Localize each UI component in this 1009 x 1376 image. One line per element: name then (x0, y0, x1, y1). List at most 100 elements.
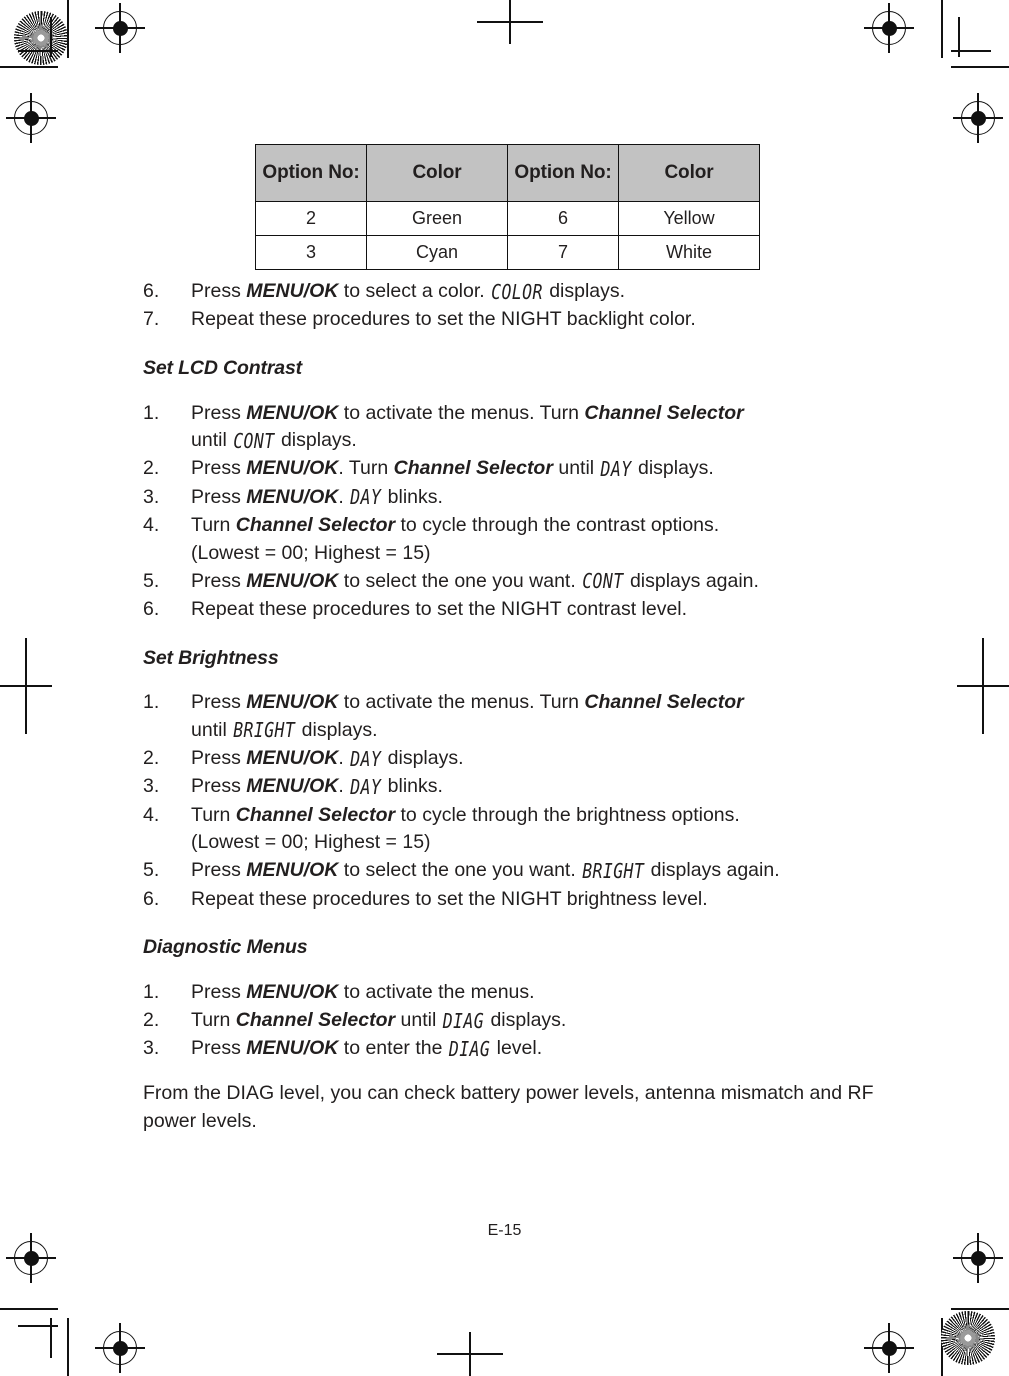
step-text: Turn Channel Selector to cycle through t… (191, 513, 720, 564)
step-text: Repeat these procedures to set the NIGHT… (191, 887, 708, 910)
step-number: 3. (143, 485, 160, 508)
lcd-display-token: BRIGHT (582, 859, 645, 883)
step-number: 6. (143, 597, 160, 620)
procedure-step: 5. Press MENU/OK to select the one you wa… (143, 568, 883, 596)
cell-option-no: 3 (255, 235, 367, 270)
cell-color: White (618, 235, 760, 270)
step-number: 1. (143, 401, 160, 424)
header-color-2: Color (618, 144, 760, 202)
control-name: MENU/OK (246, 457, 339, 480)
procedure-step: 3. Press MENU/OK to enter the DIAG level. (143, 1035, 883, 1063)
control-name: MENU/OK (246, 569, 339, 592)
step-number: 7. (143, 308, 160, 331)
cell-option-no: 2 (255, 201, 367, 236)
lcd-display-token: DAY (350, 747, 382, 771)
cell-option-no: 6 (507, 201, 619, 236)
procedure-step-list: 1. Press MENU/OK to activate the menus. 2.… (143, 979, 883, 1063)
table-row: 2 Green 6 Yellow (255, 201, 760, 236)
step-text: Repeat these procedures to set the NIGHT… (191, 308, 696, 331)
step-text: Press MENU/OK to enter the DIAG level. (191, 1037, 542, 1061)
step-text: Turn Channel Selector until DIAG display… (191, 1009, 566, 1033)
step-text: Turn Channel Selector to cycle through t… (191, 803, 740, 854)
table-body: 2 Green 6 Yellow 3 Cyan 7 White (255, 201, 760, 270)
lcd-display-token: CONT (582, 570, 624, 594)
step-number: 3. (143, 775, 160, 798)
section-heading: Set Brightness (143, 646, 279, 669)
lcd-display-token: COLOR (491, 280, 543, 304)
step-text: Press MENU/OK to select the one you want… (191, 859, 780, 883)
procedure-step: 6. Repeat these procedures to set the NIG… (143, 596, 883, 624)
procedure-step: 1. Press MENU/OK to activate the menus. (143, 979, 883, 1007)
step-number: 4. (143, 513, 160, 536)
control-name: MENU/OK (246, 980, 339, 1003)
step-text: Press MENU/OK to select the one you want… (191, 569, 759, 594)
step-number: 1. (143, 691, 160, 714)
section-paragraph: From the DIAG level, you can check batte… (143, 1082, 874, 1132)
cell-color: Cyan (366, 235, 508, 270)
cell-color: Green (366, 201, 508, 236)
step-number: 3. (143, 1037, 160, 1060)
procedure-step: 2. Press MENU/OK. DAY displays. (143, 745, 883, 773)
lcd-display-token: DIAG (442, 1009, 485, 1033)
table-header-row: Option No: Color Option No: Color (255, 144, 760, 202)
step-number: 6. (143, 280, 160, 302)
control-name: Channel Selector (235, 803, 396, 826)
control-name: MENU/OK (246, 1037, 339, 1060)
step-text: Press MENU/OK. DAY displays. (191, 747, 464, 771)
procedure-sections: Set LCD Contrast 1. Press MENU/OK to activ… (143, 355, 883, 1136)
step-number: 6. (143, 887, 160, 910)
lcd-display-token: BRIGHT (233, 719, 296, 743)
procedure-step: 2. Press MENU/OK. Turn Channel Selector u… (143, 455, 883, 483)
step-text: Press MENU/OK. DAY blinks. (191, 485, 443, 510)
control-name: MENU/OK (246, 485, 339, 508)
backlight-color-steps: 6. Press MENU/OK to select a color. COLOR… (143, 278, 883, 334)
control-name: Channel Selector (235, 1009, 396, 1032)
lcd-display-token: CONT (233, 429, 275, 453)
header-color-1: Color (366, 144, 508, 202)
document-body: 6. Press MENU/OK to select a color. COLOR… (143, 278, 883, 1135)
section-heading: Set LCD Contrast (143, 356, 303, 379)
cell-option-no: 7 (507, 235, 619, 270)
step-text: Press MENU/OK. DAY blinks. (191, 775, 443, 799)
control-name: Channel Selector (584, 691, 744, 714)
procedure-step: 4. Turn Channel Selector to cycle through… (143, 512, 883, 567)
step-number: 4. (143, 803, 160, 826)
step-number: 2. (143, 1009, 160, 1032)
backlight-color-options-table: Option No: Color Option No: Color 2 Gree… (255, 144, 760, 270)
step-number: 2. (143, 747, 160, 770)
procedure-step: 5. Press MENU/OK to select the one you wa… (143, 857, 883, 885)
control-name: MENU/OK (246, 859, 339, 882)
procedure-step-list: 1. Press MENU/OK to activate the menus. T… (143, 400, 883, 624)
header-option-no-2: Option No: (507, 144, 619, 202)
step-number: 2. (143, 457, 160, 480)
cell-color: Yellow (618, 201, 760, 236)
step-text: Repeat these procedures to set the NIGHT… (191, 597, 688, 620)
page-content: Option No: Color Option No: Color 2 Gree… (0, 0, 1009, 1376)
step-text: Press MENU/OK to activate the menus. Tur… (191, 691, 744, 742)
control-name: MENU/OK (246, 280, 339, 302)
step-text: Press MENU/OK to select a color. COLOR d… (191, 280, 625, 304)
control-name: Channel Selector (393, 457, 553, 480)
procedure-step-list: 1. Press MENU/OK to activate the menus. T… (143, 689, 883, 913)
procedure-step: 3. Press MENU/OK. DAY blinks. (143, 484, 883, 512)
control-name: MENU/OK (246, 747, 339, 770)
step-text: Press MENU/OK to activate the menus. Tur… (191, 401, 744, 453)
lcd-display-token: DAY (350, 485, 382, 510)
procedure-step: 2. Turn Channel Selector until DIAG displ… (143, 1007, 883, 1035)
control-name: Channel Selector (584, 401, 744, 424)
step-text: Press MENU/OK. Turn Channel Selector unt… (191, 457, 714, 481)
procedure-step: 4. Turn Channel Selector to cycle through… (143, 802, 883, 857)
procedure-step: 3. Press MENU/OK. DAY blinks. (143, 773, 883, 801)
procedure-step: 6. Press MENU/OK to select a color. COLOR… (143, 278, 883, 306)
lcd-display-token: DIAG (448, 1037, 491, 1061)
lcd-display-token: DAY (350, 775, 382, 799)
lcd-display-token: DAY (600, 457, 632, 481)
control-name: Channel Selector (235, 513, 396, 536)
page-footer: E-15 (487, 1222, 522, 1239)
table-row: 3 Cyan 7 White (255, 235, 760, 270)
step-number: 5. (143, 859, 160, 882)
control-name: MENU/OK (246, 691, 339, 714)
step-number: 5. (143, 569, 160, 592)
control-name: MENU/OK (246, 401, 339, 424)
procedure-step: 6. Repeat these procedures to set the NIG… (143, 886, 883, 914)
